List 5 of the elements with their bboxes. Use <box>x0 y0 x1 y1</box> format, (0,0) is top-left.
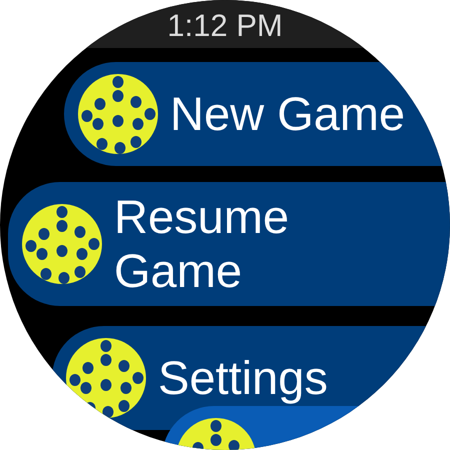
ball-icon <box>78 74 158 154</box>
ball-icon <box>66 338 146 418</box>
ball-icon <box>22 204 102 284</box>
menu-button[interactable]: Resume Game <box>8 182 450 306</box>
clock-time: 1:12 PM <box>167 7 283 45</box>
